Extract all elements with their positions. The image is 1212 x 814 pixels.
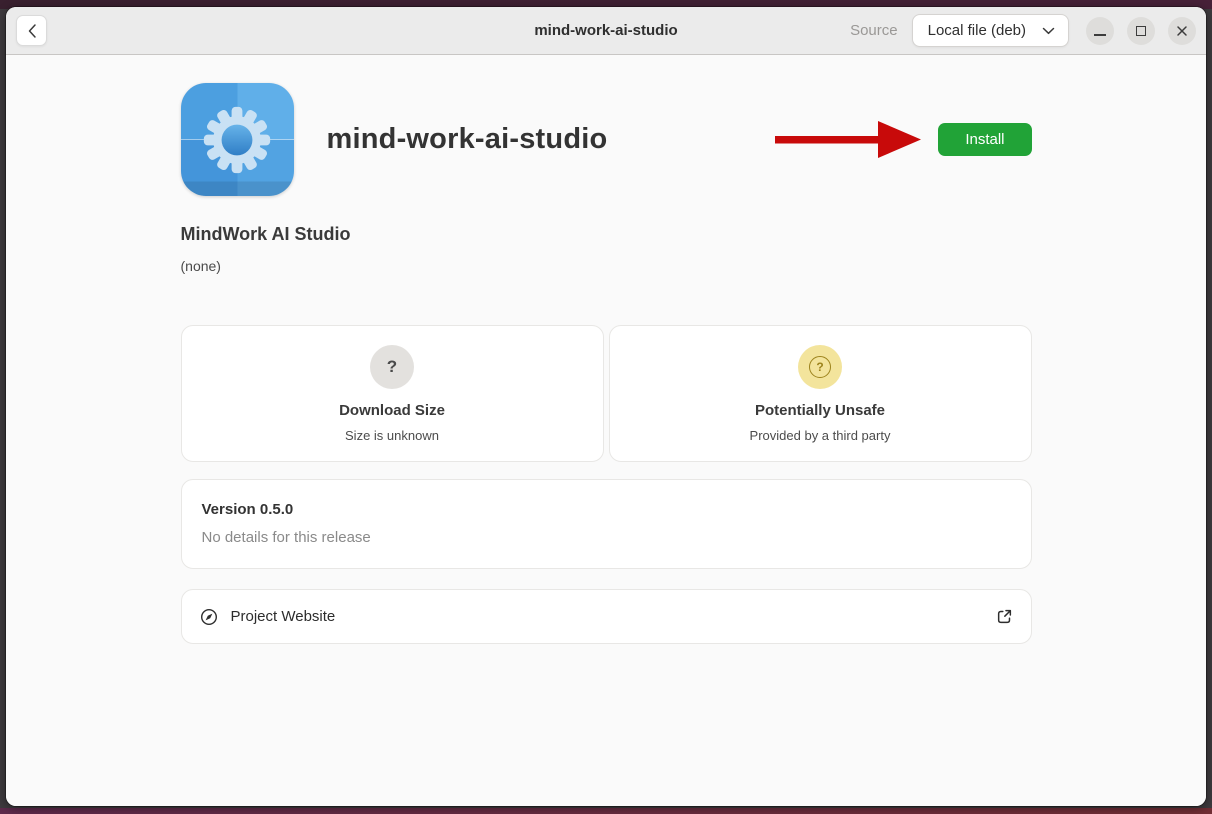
app-origin: (none) — [181, 258, 1032, 274]
tile-title: Potentially Unsafe — [755, 402, 885, 419]
window-controls — [1086, 17, 1196, 45]
potentially-unsafe-icon: ? — [798, 345, 842, 389]
external-link-icon — [996, 608, 1013, 625]
headerbar-right: Source Local file (deb) — [850, 14, 1196, 47]
install-button[interactable]: Install — [938, 123, 1031, 156]
version-card: Version 0.5.0 No details for this releas… — [181, 479, 1032, 569]
app-package-name: mind-work-ai-studio — [327, 123, 608, 156]
tile-subtitle: Provided by a third party — [750, 428, 891, 443]
headerbar: mind-work-ai-studio Source Local file (d… — [6, 7, 1206, 55]
website-label: Project Website — [231, 608, 336, 625]
gear-icon — [200, 103, 274, 177]
version-title: Version 0.5.0 — [202, 501, 1011, 518]
project-website-row[interactable]: Project Website — [181, 589, 1032, 644]
tile-subtitle: Size is unknown — [345, 428, 439, 443]
version-details: No details for this release — [202, 529, 1011, 546]
tile-title: Download Size — [339, 402, 445, 419]
safety-tile[interactable]: ? Potentially Unsafe Provided by a third… — [609, 325, 1032, 462]
source-dropdown[interactable]: Local file (deb) — [912, 14, 1069, 47]
red-arrow-annotation — [775, 120, 921, 160]
source-label: Source — [850, 22, 898, 39]
app-window: mind-work-ai-studio Source Local file (d… — [6, 7, 1206, 806]
circled-question-glyph: ? — [809, 356, 831, 378]
maximize-icon — [1136, 26, 1146, 36]
app-display-name: MindWork AI Studio — [181, 224, 1032, 245]
maximize-button[interactable] — [1127, 17, 1155, 45]
minimize-icon — [1094, 34, 1106, 36]
app-details-page: mind-work-ai-studio Install MindWork AI … — [6, 55, 1206, 806]
close-icon — [1176, 25, 1188, 37]
chevron-down-icon — [1042, 27, 1055, 35]
download-size-tile[interactable]: ? Download Size Size is unknown — [181, 325, 604, 462]
context-tiles: ? Download Size Size is unknown ? Potent… — [181, 325, 1032, 462]
question-glyph: ? — [816, 360, 823, 374]
unknown-size-icon: ? — [370, 345, 414, 389]
close-button[interactable] — [1168, 17, 1196, 45]
app-header: mind-work-ai-studio Install — [181, 83, 1032, 196]
compass-icon — [200, 608, 218, 626]
window-title: mind-work-ai-studio — [534, 22, 677, 39]
source-dropdown-value: Local file (deb) — [928, 22, 1026, 39]
chevron-left-icon — [27, 23, 37, 39]
minimize-button[interactable] — [1086, 17, 1114, 45]
back-button[interactable] — [16, 15, 47, 46]
app-icon — [181, 83, 294, 196]
question-glyph: ? — [387, 357, 397, 377]
